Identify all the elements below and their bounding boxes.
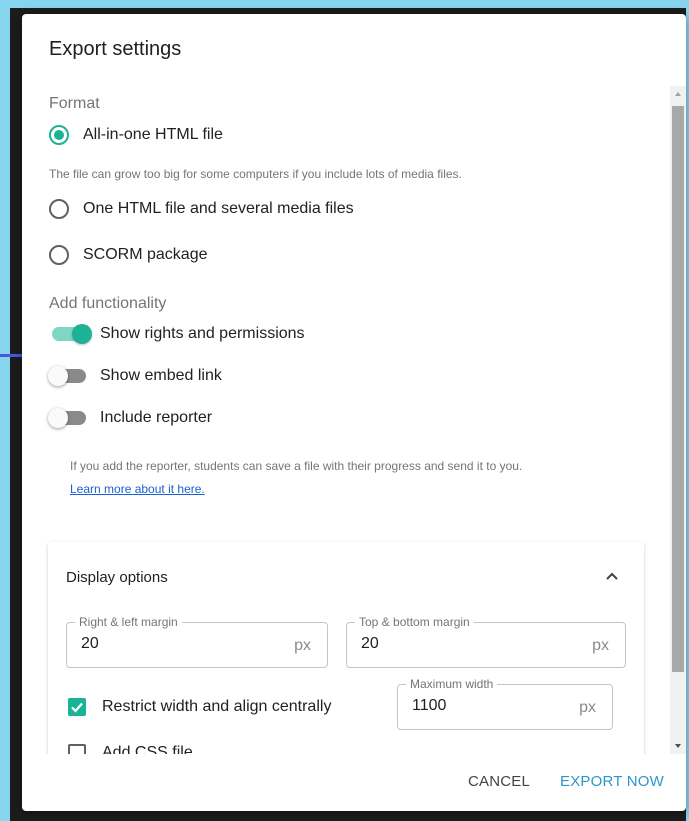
scroll-down-arrow-icon[interactable]	[670, 738, 686, 754]
radio-button-selected[interactable]	[49, 125, 69, 145]
vertical-margin-field[interactable]: Top & bottom margin 20 px	[346, 615, 626, 668]
dialog-title: Export settings	[49, 38, 182, 60]
backdrop-accent-line	[0, 354, 22, 357]
export-settings-dialog: Export settings Format All-in-one HTML f…	[22, 14, 686, 811]
side-margin-field[interactable]: Right & left margin 20 px	[66, 615, 328, 668]
check-icon	[71, 702, 83, 713]
add-css-checkbox-row[interactable]: Add CSS file	[68, 741, 193, 754]
checkbox-unchecked[interactable]	[68, 744, 86, 754]
vertical-margin-value[interactable]: 20	[361, 635, 379, 653]
dialog-actions: CANCEL EXPORT NOW	[22, 766, 686, 798]
side-margin-value[interactable]: 20	[81, 635, 99, 653]
reporter-hint: If you add the reporter, students can sa…	[70, 459, 523, 473]
toggle-include-reporter[interactable]: Include reporter	[48, 406, 212, 430]
field-legend: Right & left margin	[75, 615, 182, 629]
radio-label: SCORM package	[83, 246, 208, 263]
learn-more-link[interactable]: Learn more about it here.	[70, 482, 205, 496]
cancel-button[interactable]: CANCEL	[468, 766, 530, 798]
toggle-switch-off[interactable]	[48, 406, 94, 430]
display-options-title: Display options	[66, 569, 168, 586]
checkbox-checked[interactable]	[68, 698, 86, 716]
export-now-button[interactable]: EXPORT NOW	[560, 766, 664, 798]
unit-label: px	[294, 637, 311, 654]
vertical-scrollbar[interactable]	[670, 86, 686, 754]
format-section-label: Format	[49, 95, 100, 112]
unit-label: px	[592, 637, 609, 654]
field-legend: Maximum width	[406, 677, 498, 691]
radio-label: One HTML file and several media files	[83, 200, 354, 217]
restrict-width-checkbox-row[interactable]: Restrict width and align centrally	[68, 695, 331, 719]
functionality-section-label: Add functionality	[49, 295, 167, 312]
toggle-embed-link[interactable]: Show embed link	[48, 364, 222, 388]
max-width-field[interactable]: Maximum width 1100 px	[397, 677, 613, 730]
radio-label: All-in-one HTML file	[83, 126, 223, 143]
backdrop-left	[0, 0, 10, 821]
scroll-up-arrow-icon[interactable]	[670, 86, 686, 102]
toggle-switch-off[interactable]	[48, 364, 94, 388]
scrollbar-thumb[interactable]	[672, 106, 684, 672]
toggle-label: Include reporter	[100, 409, 213, 426]
toggle-switch-on[interactable]	[48, 322, 94, 346]
display-options-panel: Display options Right & left margin 20 p…	[48, 542, 644, 754]
toggle-rights-permissions[interactable]: Show rights and permissions	[48, 322, 305, 346]
radio-button[interactable]	[49, 245, 69, 265]
toggle-label: Show embed link	[100, 367, 222, 384]
radio-scorm[interactable]: SCORM package	[49, 243, 208, 267]
backdrop-top	[0, 0, 689, 8]
checkbox-label: Restrict width and align centrally	[102, 698, 332, 715]
toggle-label: Show rights and permissions	[100, 325, 305, 342]
radio-html-and-media[interactable]: One HTML file and several media files	[49, 197, 354, 221]
format-hint: The file can grow too big for some compu…	[49, 167, 462, 181]
dialog-content[interactable]: Format All-in-one HTML file The file can…	[22, 88, 670, 754]
checkbox-label: Add CSS file	[102, 744, 193, 754]
radio-all-in-one[interactable]: All-in-one HTML file	[49, 123, 223, 147]
radio-button[interactable]	[49, 199, 69, 219]
chevron-up-icon[interactable]	[602, 566, 622, 586]
max-width-value[interactable]: 1100	[412, 697, 446, 715]
field-legend: Top & bottom margin	[355, 615, 474, 629]
unit-label: px	[579, 699, 596, 716]
